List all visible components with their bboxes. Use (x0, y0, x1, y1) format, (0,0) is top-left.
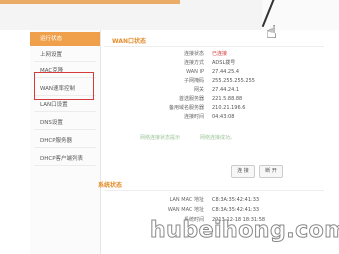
row-value: 27.44.25.4 (212, 69, 240, 75)
wan-row-gateway: 网关 27.44.24.1 (104, 86, 334, 95)
row-label: WAN IP (186, 69, 204, 75)
sidebar-item-label: 运行状态 (40, 36, 63, 42)
sidebar-item-dns-settings[interactable]: DNS设置 (30, 116, 100, 130)
sidebar-item-lan-settings[interactable]: LAN口设置 (30, 98, 100, 112)
row-value: 255.255.255.255 (212, 78, 255, 84)
section-divider (104, 190, 324, 191)
row-value: 221.5.88.88 (212, 96, 243, 102)
wan-row-secondary-dns: 备用域名服务器 210.21.196.6 (104, 104, 334, 113)
wan-row-connection-status: 连接状态 已连接 (104, 50, 334, 59)
wan-row-primary-dns: 首选服务器 221.5.88.88 (104, 95, 334, 104)
row-label: LAN MAC 地址 (169, 197, 204, 203)
sidebar-menu: 运行状态 上网设置 MAC克隆 WAN速率控制 LAN口设置 DNS设置 DHC… (30, 30, 101, 254)
row-label: 网关 (193, 87, 204, 93)
row-label: WAN MAC 地址 (167, 207, 204, 213)
row-label: 子网掩码 (183, 78, 204, 84)
annotation-highlight-box (34, 72, 94, 100)
system-row-lan-mac: LAN MAC 地址 C8:3A:35:42:41:33 (104, 196, 334, 205)
top-banner (0, 0, 339, 30)
sidebar-item-running-status[interactable]: 运行状态 (30, 32, 100, 46)
sidebar-item-label: DHCP客户端列表 (40, 156, 84, 162)
top-accent-bar (0, 0, 180, 4)
row-label: 连接状态 (183, 51, 204, 57)
sidebar-item-dhcp-server[interactable]: DHCP服务器 (30, 134, 100, 148)
row-value: C8:3A:35:42:41:33 (212, 197, 260, 203)
sidebar-item-label: DHCP服务器 (40, 138, 73, 144)
wan-row-subnet-mask: 子网掩码 255.255.255.255 (104, 77, 334, 86)
network-status-label: 网络连接状态提示 (140, 135, 181, 141)
row-value: 27.44.24.1 (212, 87, 240, 93)
connect-button[interactable]: 连 接 (231, 165, 255, 178)
row-label: 备用域名服务器 (168, 105, 204, 111)
section-divider (104, 46, 324, 47)
wan-row-connection-type: 连接方式 ADSL拨号 (104, 59, 334, 68)
row-label: 连接方式 (183, 60, 204, 66)
disconnect-button[interactable]: 断 开 (259, 165, 283, 178)
row-value: C8:3A:35:42:41:33 (212, 207, 260, 213)
wan-status-title: WAN口状态 (112, 38, 147, 45)
system-status-title: 系统状态 (98, 182, 123, 189)
wan-row-ip: WAN IP 27.44.25.4 (104, 68, 334, 77)
row-label: 首选服务器 (178, 96, 204, 102)
row-value: 04:43:08 (212, 114, 235, 120)
sidebar-item-label: LAN口设置 (40, 102, 68, 108)
system-row-wan-mac: WAN MAC 地址 C8:3A:35:42:41:33 (104, 206, 334, 215)
network-status-value: 网络连接成功。 (200, 135, 236, 141)
sidebar-item-label: DNS设置 (40, 120, 63, 126)
sidebar-item-dhcp-client-list[interactable]: DHCP客户端列表 (30, 152, 100, 166)
row-value: 已连接 (212, 51, 228, 57)
row-value: 210.21.196.6 (212, 105, 246, 111)
site-watermark: hubeihong.com (150, 218, 339, 244)
sidebar-item-label: 上网设置 (40, 52, 63, 58)
row-value: ADSL拨号 (212, 60, 236, 66)
wan-row-connection-time: 连接时间 04:43:08 (104, 113, 334, 122)
sidebar-item-internet-settings[interactable]: 上网设置 (30, 48, 100, 62)
row-label: 连接时间 (183, 114, 204, 120)
